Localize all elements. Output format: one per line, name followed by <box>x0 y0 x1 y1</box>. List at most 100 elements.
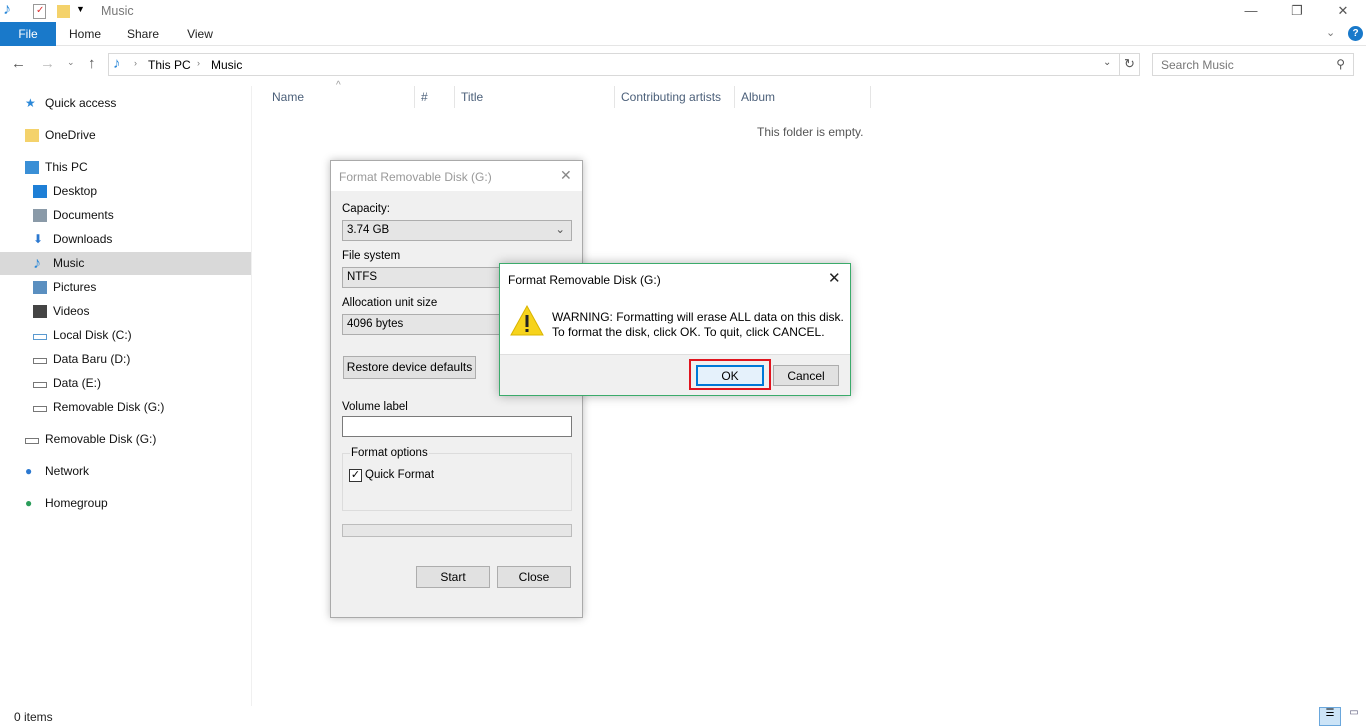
sidebar-item[interactable]: This PC <box>0 156 251 179</box>
sort-ascending-icon: ^ <box>336 80 341 91</box>
search-input[interactable]: Search Music ⚲ <box>1152 53 1354 76</box>
ribbon-tabs: File Home Share View ⌄ ? <box>0 22 1366 46</box>
sidebar-item[interactable]: ⬇ Downloads <box>0 228 251 251</box>
recent-locations-button[interactable]: ⌄ <box>67 57 75 68</box>
close-button[interactable]: ✕ <box>1320 0 1366 22</box>
sidebar-item[interactable]: Documents <box>0 204 251 227</box>
up-button[interactable]: ↑ <box>88 55 96 72</box>
breadcrumb-this-pc[interactable]: This PC <box>148 58 191 72</box>
volume-label-input[interactable] <box>342 416 572 437</box>
removable-disk-icon <box>33 406 47 412</box>
column-divider[interactable] <box>454 86 455 108</box>
volume-label-label: Volume label <box>342 401 408 413</box>
warning-message-line2: To format the disk, click OK. To quit, c… <box>552 325 825 339</box>
minimize-button[interactable]: — <box>1228 0 1274 22</box>
videos-icon <box>33 305 47 318</box>
quick-format-checkbox[interactable]: ✓ <box>349 469 362 482</box>
sidebar-item-label: Music <box>53 256 85 270</box>
sidebar-item[interactable]: Pictures <box>0 276 251 299</box>
sidebar-item-label: Removable Disk (G:) <box>53 400 165 414</box>
column-divider[interactable] <box>614 86 615 108</box>
disk-icon <box>33 334 47 340</box>
restore-button[interactable]: ❐ <box>1274 0 1320 22</box>
new-folder-icon[interactable] <box>57 5 70 18</box>
sidebar-item[interactable]: Videos <box>0 300 251 323</box>
restore-defaults-button[interactable]: Restore device defaults <box>343 356 476 379</box>
sidebar-item[interactable]: Data (E:) <box>0 372 251 395</box>
allocation-unit-label: Allocation unit size <box>342 297 438 309</box>
details-view-button[interactable]: ☰ <box>1319 707 1341 726</box>
computer-icon <box>25 161 39 174</box>
allocation-unit-value: 4096 bytes <box>347 318 404 330</box>
sidebar-item-label: Data (E:) <box>53 376 102 390</box>
sidebar-item[interactable]: OneDrive <box>0 124 251 147</box>
chevron-right-icon: › <box>134 58 137 68</box>
cancel-button[interactable]: Cancel <box>773 365 839 386</box>
column-header-contributing-artists[interactable]: Contributing artists <box>621 86 721 108</box>
search-icon: ⚲ <box>1336 57 1345 71</box>
file-system-value: NTFS <box>347 271 378 283</box>
tab-file[interactable]: File <box>0 22 56 46</box>
column-divider[interactable] <box>734 86 735 108</box>
address-dropdown-icon[interactable]: ⌄ <box>1103 57 1111 68</box>
sidebar-item[interactable]: Local Disk (C:) <box>0 324 251 347</box>
sidebar-item[interactable]: ♪ Music <box>0 252 251 275</box>
sidebar-item[interactable]: Removable Disk (G:) <box>0 428 251 451</box>
close-dialog-button[interactable]: Close <box>497 566 571 588</box>
warning-icon <box>510 304 544 336</box>
refresh-icon[interactable]: ↻ <box>1124 56 1135 72</box>
music-icon: ♪ <box>113 55 121 72</box>
sidebar-item-label: Local Disk (C:) <box>53 328 132 342</box>
desktop-icon <box>33 185 47 198</box>
capacity-value: 3.74 GB <box>347 224 390 236</box>
sidebar-item-label: Data Baru (D:) <box>53 352 131 366</box>
sidebar-item-label: Homegroup <box>45 496 108 510</box>
large-icons-view-button[interactable]: ▭ <box>1343 707 1365 726</box>
format-dialog-title: Format Removable Disk (G:) <box>339 170 492 184</box>
status-item-count: 0 items <box>14 710 53 724</box>
homegroup-icon: ● <box>25 496 33 510</box>
help-icon[interactable]: ? <box>1348 26 1363 41</box>
sidebar-item[interactable]: ★ Quick access <box>0 92 251 115</box>
column-divider[interactable] <box>414 86 415 108</box>
column-header-name[interactable]: Name <box>272 86 304 108</box>
ok-button[interactable]: OK <box>696 365 764 386</box>
sidebar-item[interactable]: Data Baru (D:) <box>0 348 251 371</box>
quick-format-label[interactable]: Quick Format <box>365 469 434 481</box>
close-icon[interactable]: ✕ <box>828 269 841 287</box>
column-divider[interactable] <box>870 86 871 108</box>
capacity-select[interactable]: 3.74 GB ⌄ <box>342 220 572 241</box>
tab-view[interactable]: View <box>175 22 225 46</box>
column-header-number[interactable]: # <box>421 86 428 108</box>
address-bar[interactable]: ♪ › This PC › Music ⌄ ↻ <box>108 53 1140 76</box>
folder-icon <box>25 129 39 142</box>
properties-icon[interactable]: ✓ <box>33 4 46 19</box>
sidebar-item[interactable]: Desktop <box>0 180 251 203</box>
tab-home[interactable]: Home <box>60 22 110 46</box>
column-header-title[interactable]: Title <box>461 86 483 108</box>
customize-qat-icon[interactable]: ▼ <box>76 4 85 14</box>
expand-ribbon-icon[interactable]: ⌄ <box>1326 26 1335 39</box>
sidebar-item-label: Documents <box>53 208 114 222</box>
breadcrumb-music[interactable]: Music <box>211 58 242 72</box>
sidebar-item[interactable]: ● Network <box>0 460 251 483</box>
sidebar-item-label: Pictures <box>53 280 97 294</box>
chevron-right-icon: › <box>197 58 200 68</box>
window-title: Music <box>101 4 134 18</box>
forward-button[interactable]: → <box>40 55 55 72</box>
sidebar-item[interactable]: Removable Disk (G:) <box>0 396 251 419</box>
close-icon[interactable]: ✕ <box>560 167 572 184</box>
start-button[interactable]: Start <box>416 566 490 588</box>
format-progress-bar <box>342 524 572 537</box>
music-icon: ♪ <box>33 255 41 272</box>
back-button[interactable]: ← <box>11 55 26 72</box>
column-header-album[interactable]: Album <box>741 86 775 108</box>
disk-icon <box>33 382 47 388</box>
warning-dialog-title: Format Removable Disk (G:) <box>508 273 661 287</box>
sidebar-item-label: Downloads <box>53 232 113 246</box>
search-placeholder: Search Music <box>1161 58 1234 72</box>
sidebar-item[interactable]: ● Homegroup <box>0 492 251 515</box>
sidebar-item-label: Quick access <box>45 96 117 110</box>
tab-share[interactable]: Share <box>118 22 168 46</box>
documents-icon <box>33 209 47 222</box>
